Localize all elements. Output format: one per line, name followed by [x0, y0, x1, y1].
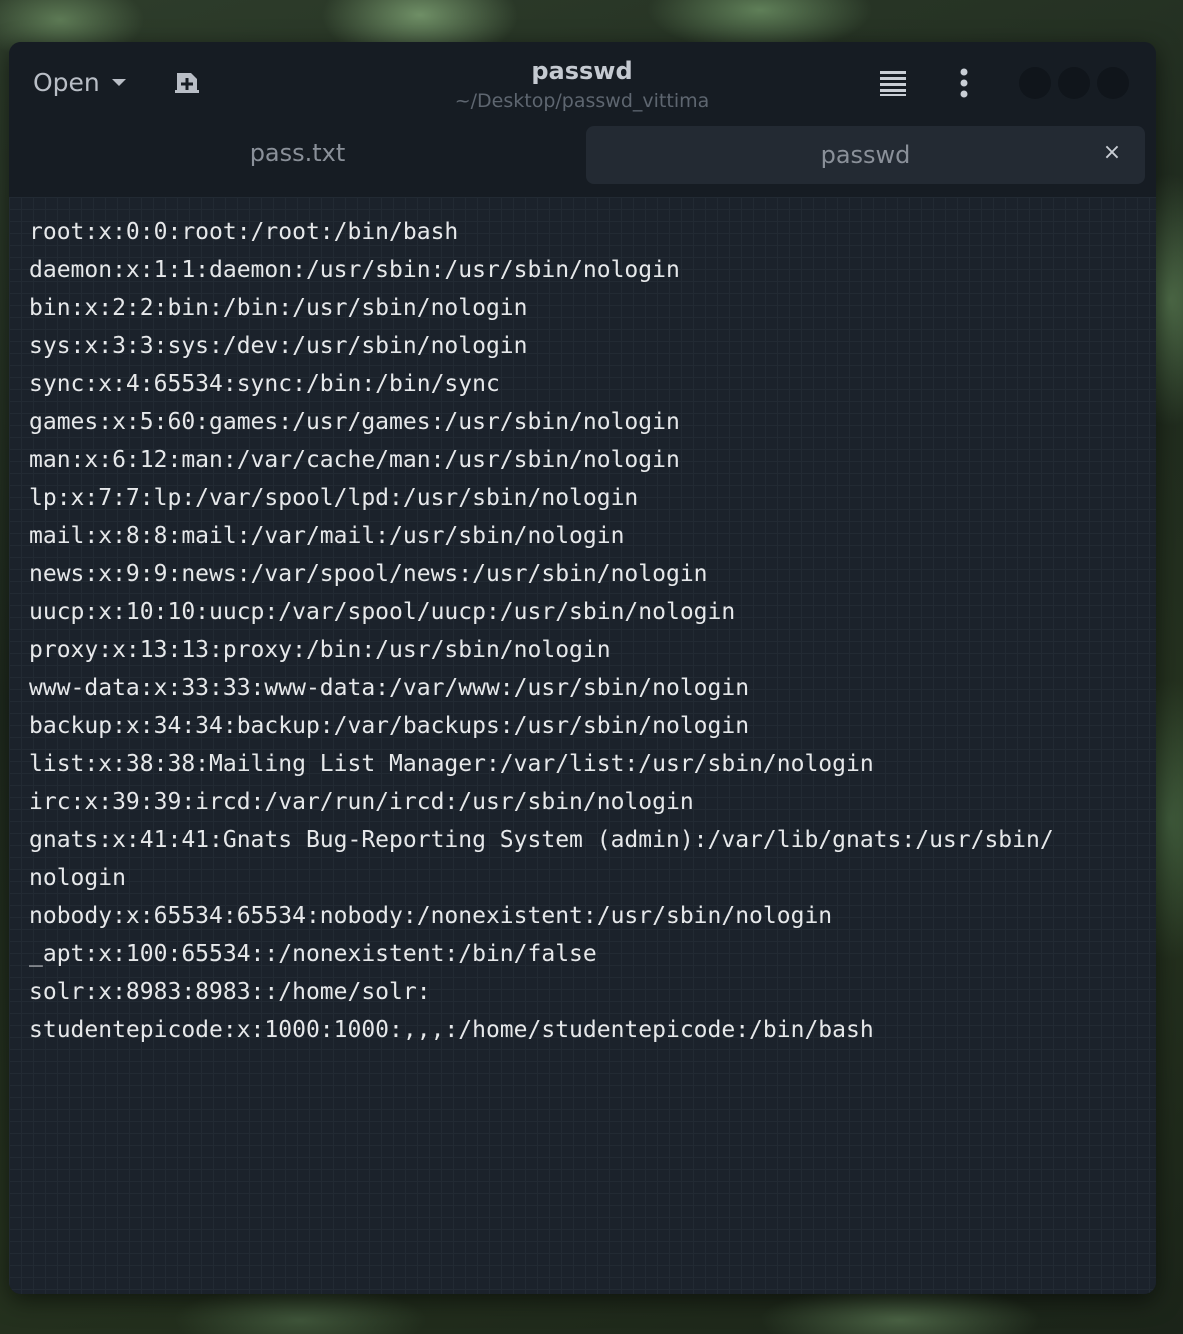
new-document-button[interactable]: [173, 70, 201, 96]
minimize-button[interactable]: [1019, 67, 1051, 99]
close-window-button[interactable]: [1097, 67, 1129, 99]
tab-label: pass.txt: [249, 139, 346, 167]
editor-line: lp:x:7:7:lp:/var/spool/lpd:/usr/sbin/nol…: [29, 485, 639, 511]
maximize-button[interactable]: [1058, 67, 1090, 99]
hamburger-menu-button[interactable]: [878, 68, 908, 98]
editor-line: proxy:x:13:13:proxy:/bin:/usr/sbin/nolog…: [29, 637, 611, 663]
chevron-down-icon: [111, 78, 126, 86]
editor-line: backup:x:34:34:backup:/var/backups:/usr/…: [29, 713, 750, 739]
editor-line: irc:x:39:39:ircd:/var/run/ircd:/usr/sbin…: [29, 789, 694, 815]
close-tab-button[interactable]: ×: [1099, 140, 1125, 166]
text-editor-window: Open passwd ~/Desktop/passwd_vittima pas…: [9, 42, 1156, 1294]
editor-line: games:x:5:60:games:/usr/games:/usr/sbin/…: [29, 409, 680, 435]
open-button-label: Open: [33, 67, 100, 97]
editor-line: root:x:0:0:root:/root:/bin/bash: [29, 219, 459, 245]
new-document-icon: [175, 73, 199, 93]
editor-line: sync:x:4:65534:sync:/bin:/bin/sync: [29, 371, 500, 397]
editor-line: nologin: [29, 865, 126, 891]
tab-passwd[interactable]: passwd ×: [586, 126, 1145, 184]
editor-line: nobody:x:65534:65534:nobody:/nonexistent…: [29, 903, 833, 929]
editor-content: root:x:0:0:root:/root:/bin/bash daemon:x:…: [29, 213, 1136, 1049]
more-options-button[interactable]: [953, 66, 975, 100]
window-title: passwd: [531, 57, 633, 85]
title-block: passwd ~/Desktop/passwd_vittima: [359, 56, 805, 114]
editor-line: news:x:9:9:news:/var/spool/news:/usr/sbi…: [29, 561, 708, 587]
text-editor-area[interactable]: root:x:0:0:root:/root:/bin/bash daemon:x:…: [9, 197, 1156, 1294]
file-path: ~/Desktop/passwd_vittima: [454, 90, 710, 112]
tab-label: passwd: [820, 141, 911, 169]
editor-line: daemon:x:1:1:daemon:/usr/sbin:/usr/sbin/…: [29, 257, 680, 283]
tab-pass-txt[interactable]: pass.txt: [9, 124, 586, 182]
editor-line: man:x:6:12:man:/var/cache/man:/usr/sbin/…: [29, 447, 680, 473]
editor-line: bin:x:2:2:bin:/bin:/usr/sbin/nologin: [29, 295, 528, 321]
editor-line: list:x:38:38:Mailing List Manager:/var/l…: [29, 751, 874, 777]
editor-line: _apt:x:100:65534::/nonexistent:/bin/fals…: [29, 941, 597, 967]
editor-line: gnats:x:41:41:Gnats Bug-Reporting System…: [29, 827, 1054, 853]
editor-line: sys:x:3:3:sys:/dev:/usr/sbin/nologin: [29, 333, 528, 359]
editor-line: solr:x:8983:8983::/home/solr:: [29, 979, 431, 1005]
editor-line: studentepicode:x:1000:1000:,,,:/home/stu…: [29, 1017, 874, 1043]
hamburger-menu-icon: [880, 71, 906, 96]
editor-line: www-data:x:33:33:www-data:/var/www:/usr/…: [29, 675, 750, 701]
editor-line: uucp:x:10:10:uucp:/var/spool/uucp:/usr/s…: [29, 599, 736, 625]
header-bar: Open passwd ~/Desktop/passwd_vittima: [9, 42, 1156, 124]
open-button[interactable]: Open: [33, 64, 126, 100]
kebab-menu-icon: [960, 68, 968, 98]
editor-line: mail:x:8:8:mail:/var/mail:/usr/sbin/nolo…: [29, 523, 625, 549]
